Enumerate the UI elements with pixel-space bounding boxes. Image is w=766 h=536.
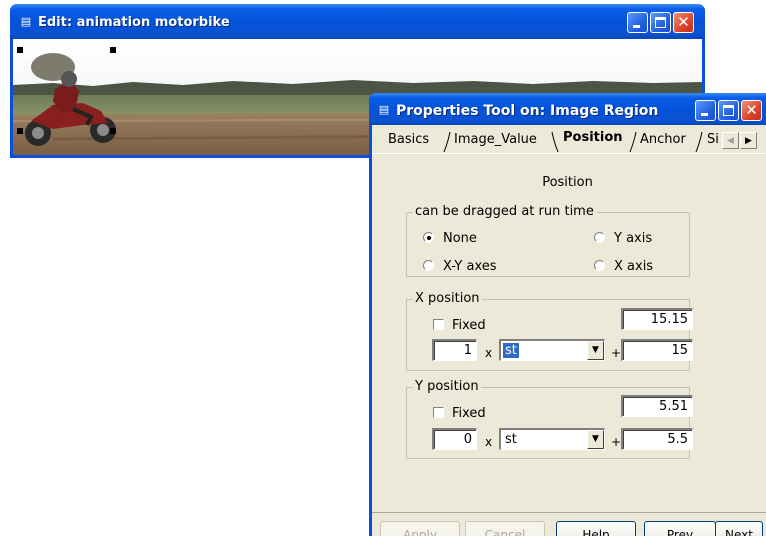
y-position-group: Y position Fixed 5.51 0 x st ▼ + 5.5 [406, 379, 693, 459]
times-label: x [485, 435, 493, 449]
x-position-group: X position Fixed 15.15 1 x st ▼ + 15 [406, 291, 693, 371]
radio-label: X axis [614, 259, 654, 274]
properties-window: ▤ Properties Tool on: Image Region ✕ Bas… [369, 93, 766, 536]
radio-x-axis[interactable]: X axis [594, 259, 653, 274]
properties-window-titlebar[interactable]: ▤ Properties Tool on: Image Region ✕ [369, 93, 766, 125]
maximize-button[interactable] [718, 100, 739, 121]
minimize-icon [701, 113, 708, 116]
drag-mode-group: can be dragged at run time None Y axis X… [406, 204, 690, 277]
close-icon: ✕ [745, 101, 758, 119]
close-button[interactable]: ✕ [673, 12, 694, 33]
tab-strip: Basics Image_Value Position Anchor Si ◀ … [372, 125, 766, 155]
chevron-down-icon[interactable]: ▼ [587, 430, 604, 449]
y-position-value[interactable]: 5.51 [621, 395, 693, 417]
minimize-button[interactable] [627, 12, 648, 33]
x-offset-input[interactable]: 15 [621, 339, 693, 361]
properties-window-title: Properties Tool on: Image Region [396, 103, 659, 119]
chevron-down-icon[interactable]: ▼ [587, 341, 604, 360]
selection-handle[interactable] [17, 128, 23, 134]
times-label: x [485, 346, 493, 360]
radio-label: Y axis [614, 231, 653, 246]
section-title: Position [542, 175, 593, 190]
x-unit-value: st [503, 343, 519, 358]
tab-separator [629, 131, 637, 153]
maximize-icon [655, 17, 666, 28]
radio-x-y-axes[interactable]: X-Y axes [423, 259, 497, 274]
help-button[interactable]: Help [556, 521, 636, 536]
app-icon: ▤ [20, 15, 32, 28]
checkbox-box [433, 319, 444, 330]
apply-button[interactable]: Apply [380, 521, 460, 536]
tab-si[interactable]: Si [707, 132, 719, 154]
selection-handle[interactable] [17, 47, 23, 53]
minimize-icon [633, 25, 640, 28]
maximize-icon [723, 105, 734, 116]
minimize-button[interactable] [695, 100, 716, 121]
selection-handle[interactable] [110, 128, 116, 134]
app-icon: ▤ [378, 103, 390, 116]
tab-anchor[interactable]: Anchor [640, 132, 686, 154]
radio-label: None [443, 231, 477, 246]
y-fixed-checkbox[interactable]: Fixed [433, 406, 486, 421]
y-unit-select[interactable]: st ▼ [499, 428, 605, 450]
tab-separator [695, 131, 703, 153]
tab-separator [443, 131, 451, 153]
tab-image-value[interactable]: Image_Value [454, 132, 537, 154]
close-icon: ✕ [677, 13, 690, 31]
edit-window-titlebar[interactable]: ▤ Edit: animation motorbike ✕ [10, 4, 705, 39]
checkbox-label: Fixed [452, 318, 486, 333]
tab-scroll-left-icon[interactable]: ◀ [722, 132, 739, 149]
cancel-button[interactable]: Cancel [465, 521, 545, 536]
x-fixed-checkbox[interactable]: Fixed [433, 318, 486, 333]
properties-client: Basics Image_Value Position Anchor Si ◀ … [372, 125, 766, 536]
prev-button[interactable]: Prev [644, 521, 716, 536]
radio-none[interactable]: None [423, 231, 477, 246]
checkbox-box [433, 407, 444, 418]
close-button[interactable]: ✕ [741, 100, 762, 121]
radio-dot [423, 232, 434, 243]
tab-position[interactable]: Position [563, 130, 623, 152]
maximize-button[interactable] [650, 12, 671, 33]
next-button[interactable]: Next [715, 521, 763, 536]
drag-mode-caption: can be dragged at run time [413, 204, 596, 219]
selection-handle[interactable] [110, 47, 116, 53]
y-multiplier-input[interactable]: 0 [432, 428, 477, 450]
x-position-value[interactable]: 15.15 [621, 308, 693, 330]
y-unit-value: st [505, 432, 517, 447]
tab-separator [551, 131, 559, 153]
radio-dot [594, 232, 605, 243]
y-offset-input[interactable]: 5.5 [621, 428, 693, 450]
radio-y-axis[interactable]: Y axis [594, 231, 652, 246]
radio-dot [423, 260, 434, 271]
x-position-caption: X position [413, 291, 482, 306]
tab-basics[interactable]: Basics [388, 132, 429, 154]
edit-window-title: Edit: animation motorbike [38, 15, 230, 30]
plus-label: + [611, 435, 622, 449]
tab-divider [372, 153, 766, 154]
radio-dot [594, 260, 605, 271]
x-unit-select[interactable]: st ▼ [499, 339, 605, 361]
checkbox-label: Fixed [452, 406, 486, 421]
radio-label: X-Y axes [443, 259, 497, 274]
x-multiplier-input[interactable]: 1 [432, 339, 477, 361]
y-position-caption: Y position [413, 379, 481, 394]
plus-label: + [611, 346, 622, 360]
button-bar: Apply Cancel Help Prev Next [372, 512, 766, 536]
tab-scroll-right-icon[interactable]: ▶ [740, 132, 757, 149]
